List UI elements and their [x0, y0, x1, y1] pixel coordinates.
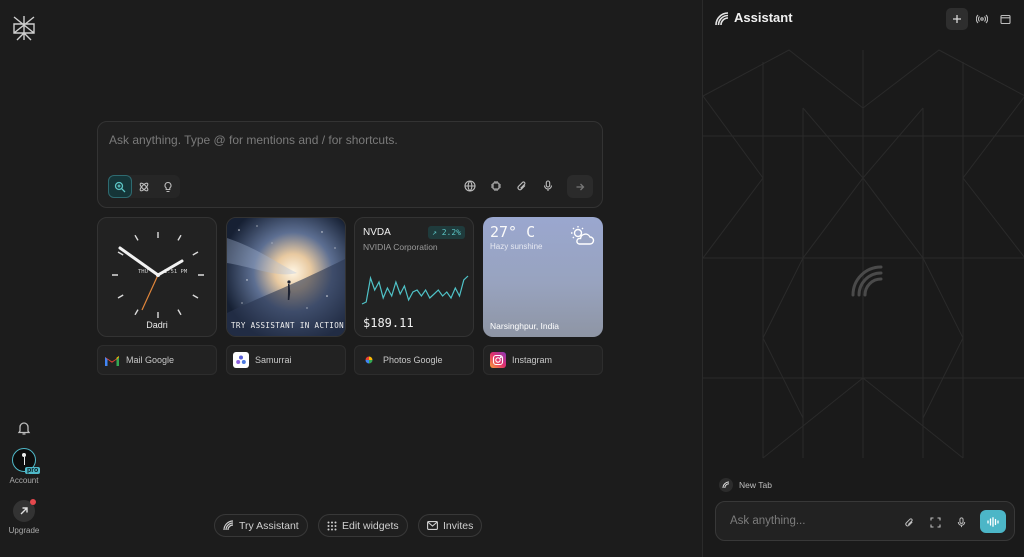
window-button[interactable]	[994, 8, 1016, 30]
assistant-input-box[interactable]: Ask anything...	[715, 501, 1015, 541]
submit-button[interactable]	[567, 175, 593, 198]
promo-caption: TRY ASSISTANT IN ACTION	[231, 321, 345, 330]
screenshot-icon[interactable]	[928, 514, 942, 530]
stock-price: $189.11	[363, 316, 414, 330]
attach-icon[interactable]	[902, 514, 916, 530]
notifications-bell-icon[interactable]	[16, 420, 32, 436]
search-mode-group	[108, 175, 180, 198]
weather-condition: Hazy sunshine	[490, 242, 543, 251]
edit-widgets-button[interactable]: Edit widgets	[318, 514, 408, 537]
tab-label: New Tab	[739, 480, 772, 490]
new-chat-button[interactable]	[946, 8, 968, 30]
account-label: Account	[9, 476, 39, 485]
promo-image-widget[interactable]: TRY ASSISTANT IN ACTION	[226, 217, 346, 337]
try-assistant-button[interactable]: Try Assistant	[214, 514, 308, 537]
arrow-up-right-icon	[20, 507, 28, 515]
avatar: pro	[12, 448, 41, 474]
research-mode-button[interactable]	[132, 175, 156, 198]
shortcut-label: Mail Google	[126, 355, 175, 365]
stock-ticker: NVDA	[363, 227, 391, 238]
chip-icon[interactable]	[488, 177, 504, 195]
invites-label: Invites	[443, 519, 474, 532]
weather-location: Narsinghpur, India	[490, 321, 559, 331]
assistant-logo-icon	[223, 520, 234, 531]
arrow-right-icon	[576, 183, 585, 190]
edit-widgets-label: Edit widgets	[342, 519, 399, 532]
assistant-logo-icon	[715, 12, 729, 26]
upgrade-label: Upgrade	[8, 526, 40, 535]
broadcast-button[interactable]	[971, 8, 993, 30]
instagram-icon	[490, 352, 506, 368]
left-rail: pro Account Upgrade	[0, 0, 48, 557]
assistant-panel: Assistant New Tab Ask anything...	[702, 0, 1024, 557]
shortcut-label: Instagram	[512, 355, 553, 365]
sun-cloud-icon	[571, 226, 595, 245]
microphone-icon[interactable]	[540, 177, 556, 195]
shortcut-label: Samurrai	[255, 355, 292, 365]
shortcut-instagram[interactable]: Instagram	[483, 345, 603, 375]
clock-widget[interactable]: THU 1:51 PM Dadri	[97, 217, 217, 337]
google-photos-icon	[361, 352, 377, 368]
waveform-icon	[987, 516, 999, 527]
search-mode-button[interactable]	[108, 175, 132, 198]
stock-widget[interactable]: NVDA NVIDIA Corporation ↗ 2.2% $189.11	[354, 217, 474, 337]
assistant-header: Assistant	[703, 0, 1024, 38]
gmail-icon	[104, 352, 120, 368]
stock-company: NVIDIA Corporation	[363, 242, 438, 252]
search-input[interactable]: Ask anything. Type @ for mentions and / …	[109, 133, 398, 147]
samurrai-icon	[233, 352, 249, 368]
notification-dot	[30, 499, 36, 505]
assistant-watermark-icon	[851, 265, 883, 297]
stock-sparkline	[361, 275, 469, 305]
globe-icon[interactable]	[462, 177, 478, 195]
weather-widget[interactable]: 27° C Hazy sunshine Narsinghpur, India	[483, 217, 603, 337]
invites-button[interactable]: Invites	[418, 514, 483, 537]
shortcut-photos-google[interactable]: Photos Google	[354, 345, 474, 375]
shortcut-mail-google[interactable]: Mail Google	[97, 345, 217, 375]
assistant-title: Assistant	[734, 10, 793, 25]
lightbulb-icon	[164, 181, 172, 192]
search-tools	[462, 177, 556, 195]
atom-icon	[139, 182, 149, 191]
assistant-input-tools	[902, 514, 968, 530]
microphone-icon[interactable]	[954, 514, 968, 530]
pro-badge: pro	[25, 467, 41, 474]
window-icon	[999, 14, 1011, 24]
cosmic-illustration	[227, 218, 345, 336]
grid-icon	[327, 521, 337, 530]
search-icon	[114, 181, 126, 192]
plus-icon	[953, 15, 961, 23]
try-assistant-label: Try Assistant	[239, 519, 299, 532]
stock-change-badge: ↗ 2.2%	[428, 226, 465, 239]
attach-icon[interactable]	[514, 177, 530, 195]
shortcut-label: Photos Google	[383, 355, 443, 365]
clock-day: THU	[138, 269, 148, 275]
broadcast-icon	[976, 14, 988, 24]
clock-city: Dadri	[146, 320, 168, 330]
active-tab-chip[interactable]: New Tab	[719, 478, 772, 492]
shortcut-samurrai[interactable]: Samurrai	[226, 345, 346, 375]
app-logo-icon[interactable]	[11, 14, 37, 42]
voice-mode-button[interactable]	[980, 510, 1006, 533]
mail-icon	[427, 521, 438, 530]
upgrade-button[interactable]: Upgrade	[4, 499, 44, 535]
clock-second-hand	[141, 274, 159, 311]
labs-mode-button[interactable]	[156, 175, 180, 198]
assistant-input[interactable]: Ask anything...	[730, 515, 805, 527]
assistant-logo-icon	[719, 478, 733, 492]
account-button[interactable]: pro Account	[4, 448, 44, 485]
weather-temperature: 27° C	[490, 223, 536, 241]
search-box[interactable]: Ask anything. Type @ for mentions and / …	[97, 121, 603, 208]
